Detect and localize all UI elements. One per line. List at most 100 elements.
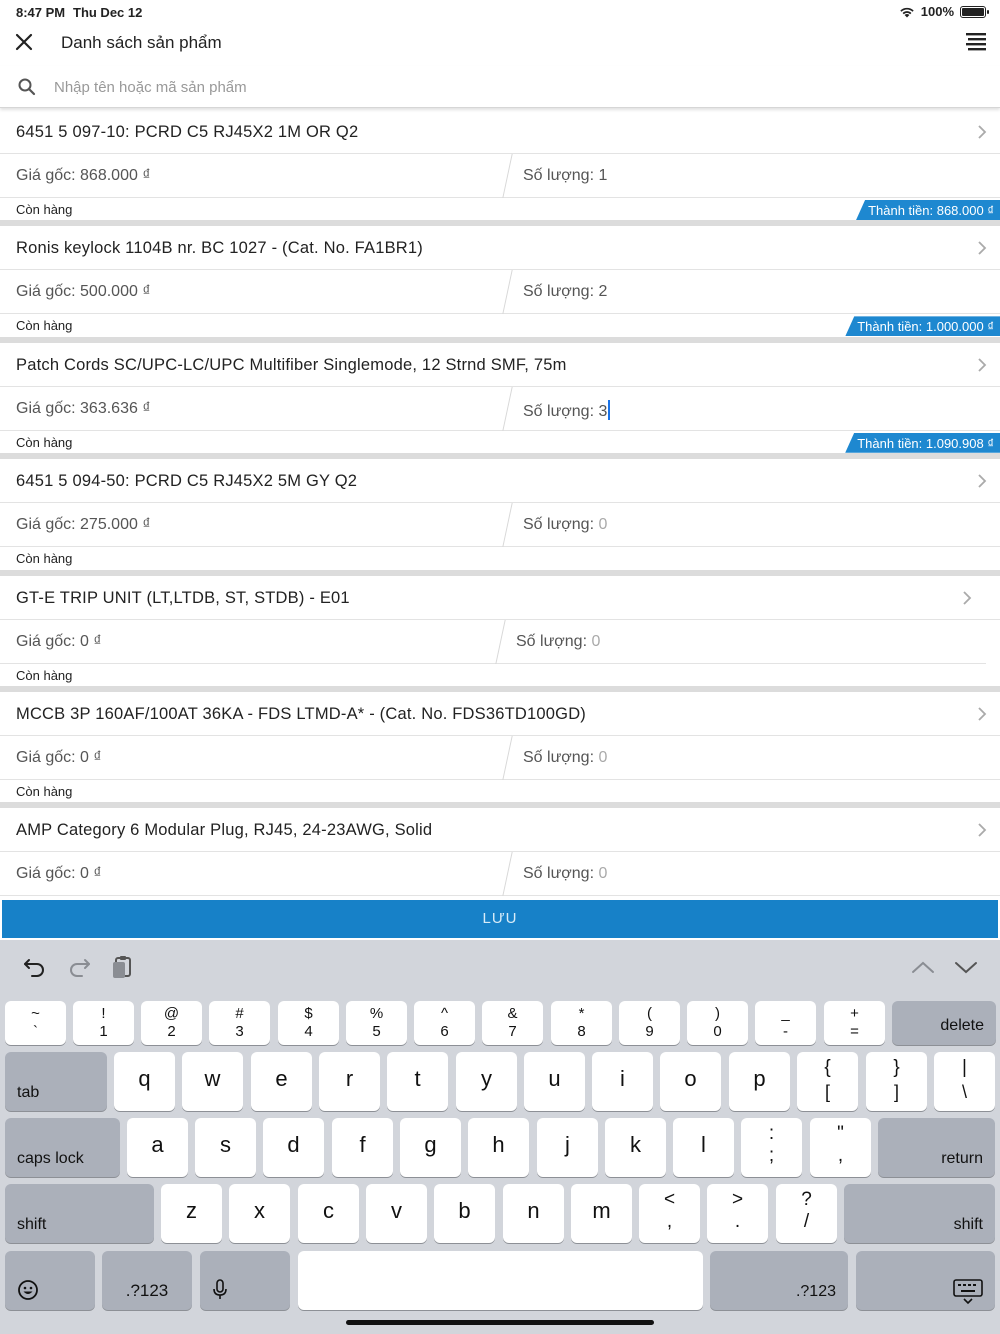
- numbers-label: .?123: [125, 1281, 169, 1300]
- key-i[interactable]: i: [592, 1052, 653, 1111]
- key-n[interactable]: n: [503, 1184, 564, 1243]
- paste-icon[interactable]: [110, 954, 136, 980]
- price-quantity-row: Giá gốc: 275.000 ₫ Số lượng: 0: [0, 503, 1000, 548]
- key-label: -: [783, 1023, 788, 1040]
- close-icon[interactable]: [12, 30, 36, 54]
- return-label: return: [941, 1150, 983, 1167]
- key-2[interactable]: @2: [141, 1001, 202, 1045]
- save-button[interactable]: LƯU: [2, 900, 998, 938]
- key-f[interactable]: f: [332, 1118, 393, 1177]
- key-comma[interactable]: <,: [639, 1184, 700, 1243]
- dictation-key[interactable]: [200, 1251, 290, 1310]
- emoji-key[interactable]: [5, 1251, 95, 1310]
- key-8[interactable]: * 8: [551, 1001, 612, 1045]
- key-5[interactable]: % 5: [346, 1001, 407, 1045]
- key-c[interactable]: c: [298, 1184, 359, 1243]
- product-name-row[interactable]: 6451 5 097-10: PCRD C5 RJ45X2 1M OR Q2: [0, 110, 1000, 154]
- key-o[interactable]: o: [660, 1052, 721, 1111]
- dismiss-keyboard-key[interactable]: [856, 1251, 995, 1310]
- quantity-field[interactable]: Số lượng: 2: [523, 283, 607, 301]
- product-name-row[interactable]: Patch Cords SC/UPC-LC/UPC Multifiber Sin…: [0, 343, 1000, 387]
- key-label: 8: [577, 1023, 586, 1040]
- key-a[interactable]: a: [127, 1118, 188, 1177]
- undo-icon[interactable]: [22, 954, 48, 980]
- key-l[interactable]: l: [673, 1118, 734, 1177]
- key-slash[interactable]: ? /: [776, 1184, 837, 1243]
- caps-lock-key[interactable]: caps lock: [5, 1118, 120, 1177]
- key-u[interactable]: u: [524, 1052, 585, 1111]
- tab-key[interactable]: tab: [5, 1052, 107, 1111]
- quantity-field[interactable]: Số lượng: 3: [523, 399, 611, 421]
- quantity-field[interactable]: Số lượng: 0: [523, 516, 607, 534]
- key-w[interactable]: w: [182, 1052, 243, 1111]
- key-6[interactable]: ^ 6: [414, 1001, 475, 1045]
- quantity-field[interactable]: Số lượng: 0: [516, 633, 600, 651]
- key-0[interactable]: ) 0: [687, 1001, 748, 1045]
- shift-right-key[interactable]: shift: [844, 1184, 995, 1243]
- delete-key[interactable]: delete: [892, 1001, 996, 1045]
- key-s[interactable]: s: [195, 1118, 256, 1177]
- chevron-right-icon: [978, 474, 987, 488]
- space-key[interactable]: [298, 1251, 703, 1310]
- key-bracket-left[interactable]: {[: [797, 1052, 858, 1111]
- key-period[interactable]: >.: [707, 1184, 768, 1243]
- key-v[interactable]: v: [366, 1184, 427, 1243]
- price-label: Giá gốc: 0 ₫: [16, 748, 102, 766]
- chevron-up-icon[interactable]: [910, 954, 936, 980]
- key-label: y: [481, 1066, 492, 1091]
- field-divider: [502, 852, 513, 897]
- key-shift-label: &: [507, 1005, 518, 1022]
- key-backslash[interactable]: | \: [934, 1052, 995, 1111]
- key-label: b: [458, 1198, 471, 1223]
- key-p[interactable]: p: [729, 1052, 790, 1111]
- key-e[interactable]: e: [251, 1052, 312, 1111]
- chevron-right-icon: [978, 823, 987, 837]
- key-h[interactable]: h: [468, 1118, 529, 1177]
- key-j[interactable]: j: [537, 1118, 598, 1177]
- key-r[interactable]: r: [319, 1052, 380, 1111]
- menu-lines-icon[interactable]: [964, 30, 988, 54]
- product-name-row[interactable]: Ronis keylock 1104B nr. BC 1027 - (Cat. …: [0, 226, 1000, 271]
- key-label: t: [414, 1066, 421, 1091]
- shift-left-key[interactable]: shift: [5, 1184, 154, 1243]
- quantity-field[interactable]: Số lượng: 1: [523, 167, 607, 185]
- redo-icon[interactable]: [66, 954, 92, 980]
- key-g[interactable]: g: [400, 1118, 461, 1177]
- key-shift-label: (: [647, 1005, 652, 1022]
- key-k[interactable]: k: [605, 1118, 666, 1177]
- quantity-field[interactable]: Số lượng: 0: [523, 865, 607, 883]
- product-name-row[interactable]: 6451 5 094-50: PCRD C5 RJ45X2 5M GY Q2: [0, 459, 1000, 504]
- key-shift-label: @: [163, 1005, 180, 1022]
- key-1[interactable]: ! 1: [73, 1001, 134, 1045]
- key-m[interactable]: m: [571, 1184, 632, 1243]
- key-z[interactable]: z: [161, 1184, 222, 1243]
- key-bracket-right[interactable]: }]: [866, 1052, 927, 1111]
- numbers-left-key[interactable]: .?123: [102, 1251, 192, 1310]
- key-x[interactable]: x: [229, 1184, 290, 1243]
- key-semicolon[interactable]: :;: [741, 1118, 802, 1177]
- quantity-field[interactable]: Số lượng: 0: [523, 749, 607, 767]
- key-equals[interactable]: + =: [824, 1001, 885, 1045]
- numbers-right-key[interactable]: .?123: [710, 1251, 848, 1310]
- key-backtick[interactable]: ~ `: [5, 1001, 66, 1045]
- product-item: 6451 5 097-10: PCRD C5 RJ45X2 1M OR Q2 G…: [0, 110, 1000, 227]
- product-name-row[interactable]: GT-E TRIP UNIT (LT,LTDB, ST, STDB) - E01: [0, 576, 1000, 620]
- product-name-row[interactable]: MCCB 3P 160AF/100AT 36KA - FDS LTMD-A* -…: [0, 692, 1000, 736]
- key-minus[interactable]: _ -: [755, 1001, 816, 1045]
- key-3[interactable]: #3: [209, 1001, 270, 1045]
- key-b[interactable]: b: [434, 1184, 495, 1243]
- key-shift-label: $: [304, 1005, 313, 1022]
- key-y[interactable]: y: [456, 1052, 517, 1111]
- key-4[interactable]: $4: [278, 1001, 339, 1045]
- key-t[interactable]: t: [387, 1052, 448, 1111]
- chevron-down-icon[interactable]: [953, 954, 979, 980]
- product-name-row[interactable]: AMP Category 6 Modular Plug, RJ45, 24-23…: [0, 808, 1000, 853]
- key-d[interactable]: d: [263, 1118, 324, 1177]
- return-key[interactable]: return: [878, 1118, 995, 1177]
- key-7[interactable]: & 7: [482, 1001, 543, 1045]
- key-q[interactable]: q: [114, 1052, 175, 1111]
- search-input[interactable]: [54, 75, 954, 99]
- key-quote[interactable]: ",: [810, 1118, 871, 1177]
- tab-label: tab: [17, 1084, 40, 1101]
- key-9[interactable]: (9: [619, 1001, 680, 1045]
